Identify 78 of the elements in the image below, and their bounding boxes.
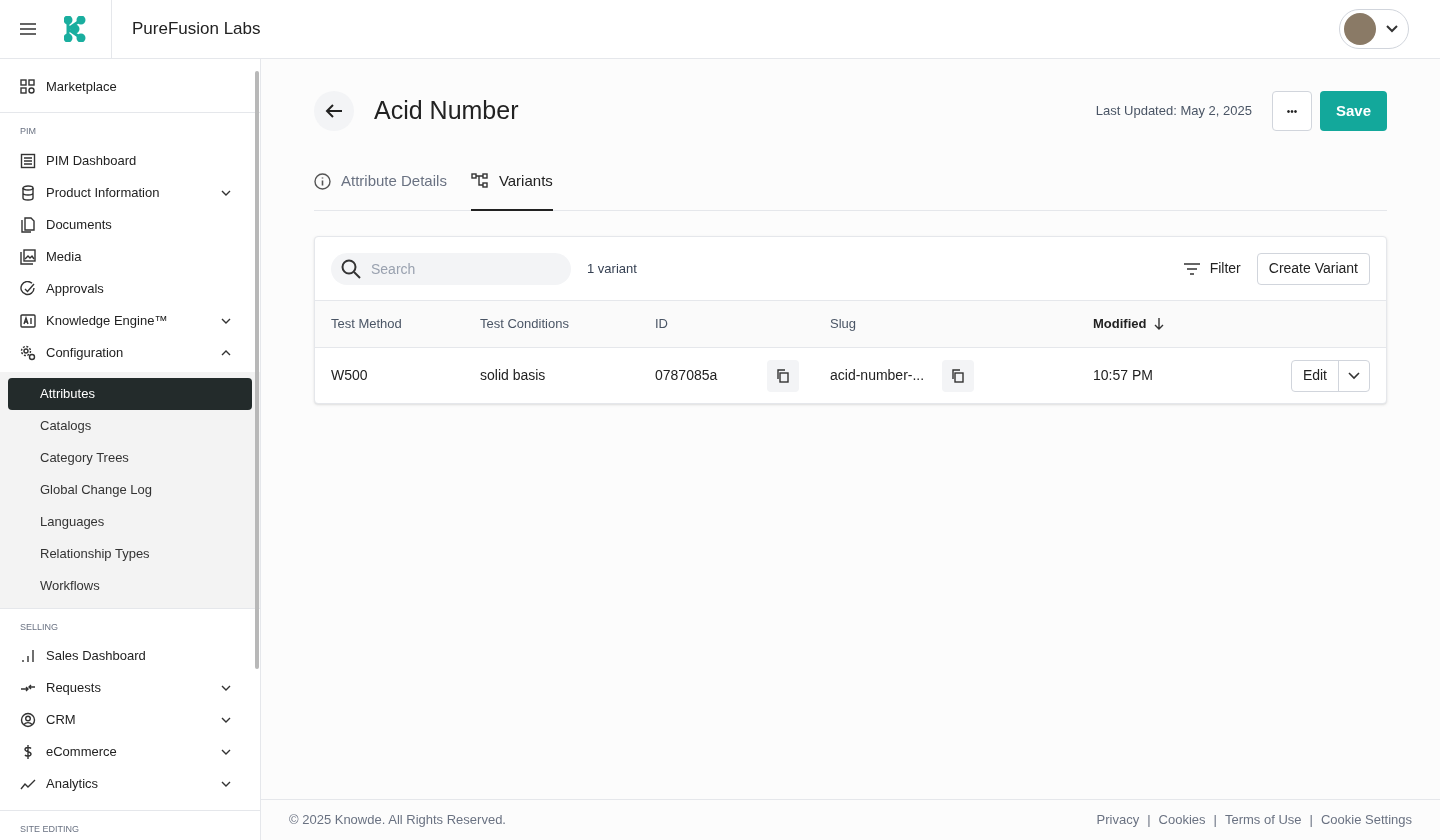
column-header[interactable]: ID (655, 314, 668, 334)
footer-link[interactable]: Privacy (1096, 810, 1140, 830)
sidebar-subitem[interactable]: Global Change Log (8, 473, 252, 506)
copy-icon (951, 368, 965, 383)
list-icon (20, 152, 36, 169)
copy-button[interactable] (767, 359, 799, 392)
hierarchy-icon (470, 173, 489, 189)
bar-chart-icon (20, 648, 36, 664)
column-header[interactable]: Test Method (331, 314, 402, 334)
section-heading: SITE EDITING (19, 823, 80, 836)
create-variant-button[interactable]: Create Variant (1256, 252, 1370, 285)
back-button[interactable] (314, 91, 354, 131)
sidebar-item[interactable]: Media (20, 240, 240, 273)
chevron-down-icon (1348, 371, 1360, 380)
footer-link[interactable]: Cookies (1158, 810, 1206, 830)
variant-count: 1 variant (587, 259, 637, 278)
sidebar-item[interactable]: eCommerce (20, 736, 240, 768)
copy-icon (776, 368, 790, 383)
sidebar-item[interactable]: Knowledge Engine™ (20, 304, 240, 337)
filter-button[interactable]: Filter (1177, 252, 1247, 285)
check-circle-icon (20, 280, 36, 297)
sidebar-item[interactable]: Documents (20, 208, 240, 241)
sidebar-subitem[interactable]: Category Trees (8, 441, 252, 474)
copyright-text: © 2025 Knowde. All Rights Reserved. (289, 811, 506, 830)
ai-chip-icon (20, 312, 36, 329)
organization-name: PureFusion Labs (132, 18, 261, 41)
sidebar-item[interactable]: Sales Dashboard (20, 640, 240, 672)
search-icon (341, 258, 361, 279)
section-heading: PIM (19, 125, 37, 138)
separator: | (1147, 811, 1151, 830)
search-field[interactable]: Search (331, 252, 571, 285)
sort-down-icon[interactable] (1154, 318, 1165, 330)
avatar (1344, 13, 1376, 45)
sidebar-item[interactable]: Configuration (20, 336, 240, 369)
database-icon (20, 184, 36, 201)
last-updated-text: Last Updated: May 2, 2025 (1095, 102, 1252, 121)
more-options-button[interactable]: ••• (1271, 91, 1312, 131)
sidebar-item[interactable]: Product Information (20, 176, 240, 209)
separator: | (1213, 811, 1217, 830)
info-icon (314, 172, 331, 190)
sidebar-subitem[interactable]: Relationship Types (8, 537, 252, 570)
table-cell-text: W500 (331, 366, 369, 385)
table-cell-text: acid-number-... (830, 366, 926, 385)
column-header[interactable]: Slug (830, 314, 857, 334)
tab[interactable]: Attribute Details (314, 153, 447, 211)
tab[interactable]: Variants (470, 153, 553, 211)
documents-icon (20, 216, 36, 233)
page-title: Acid Number (374, 95, 519, 127)
sidebar-item[interactable]: PIM Dashboard (20, 144, 240, 177)
table-cell-text: 10:57 PM (1093, 366, 1153, 385)
table-cell-text: 0787085a (655, 366, 719, 385)
grid-icon (20, 79, 36, 95)
sidebar-item[interactable]: Requests (20, 672, 240, 704)
menu-icon[interactable] (20, 23, 36, 35)
footer-link[interactable]: Cookie Settings (1320, 810, 1412, 830)
scrollbar[interactable] (255, 71, 259, 669)
separator: | (1309, 811, 1313, 830)
sidebar-item[interactable]: Marketplace (20, 71, 240, 103)
sidebar-item[interactable]: CRM (20, 704, 240, 736)
chevron-down-icon (1386, 25, 1398, 33)
column-header[interactable]: Test Conditions (480, 314, 569, 334)
column-header[interactable]: Modified (1093, 314, 1147, 334)
back-arrow-icon (325, 103, 343, 119)
sidebar-item[interactable]: Approvals (20, 272, 240, 305)
section-heading: SELLING (19, 620, 60, 634)
sidebar-item[interactable]: Analytics (20, 768, 240, 800)
user-circle-icon (20, 712, 36, 728)
sidebar-subitem[interactable]: Workflows (8, 569, 252, 602)
copy-button[interactable] (942, 359, 974, 392)
sidebar-subitem[interactable]: Languages (8, 505, 252, 538)
sidebar-subitem[interactable]: Catalogs (8, 409, 252, 442)
gears-icon (20, 344, 36, 361)
logo-icon[interactable] (64, 16, 86, 42)
filter-icon (1183, 262, 1200, 275)
table-cell-text: solid basis (480, 366, 547, 385)
image-icon (20, 248, 36, 265)
footer-link[interactable]: Terms of Use (1224, 810, 1302, 830)
sidebar-subitem[interactable]: Attributes (8, 377, 252, 410)
